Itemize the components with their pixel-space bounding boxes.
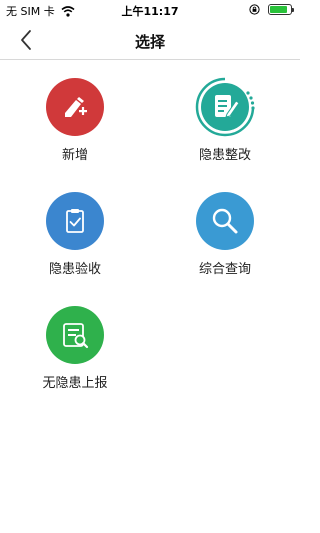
menu-item-label: 隐患整改 bbox=[198, 148, 251, 163]
menu-item-acceptance[interactable]: 隐患验收 bbox=[15, 192, 135, 292]
menu-item-add[interactable]: 新增 bbox=[15, 78, 135, 178]
page-title: 选择 bbox=[134, 33, 165, 51]
menu-item-rectify[interactable]: 隐患整改 bbox=[165, 77, 285, 178]
menu-item-no-hazard-report-circle bbox=[46, 306, 104, 364]
status-right bbox=[249, 4, 294, 15]
menu-item-query[interactable]: 综合查询 bbox=[165, 192, 285, 292]
nav-bar: 选择 bbox=[0, 20, 300, 60]
report-search-icon bbox=[63, 323, 89, 349]
edit-plus-icon bbox=[65, 97, 87, 117]
edit-document-icon bbox=[195, 77, 255, 137]
battery-level bbox=[270, 6, 287, 13]
battery-icon bbox=[268, 4, 294, 15]
menu-item-acceptance-circle bbox=[46, 192, 104, 250]
menu-item-add-circle bbox=[46, 78, 104, 136]
menu-item-label: 综合查询 bbox=[198, 262, 251, 277]
status-bar: 无 SIM 卡 上午11:17 bbox=[0, 0, 300, 20]
menu-item-label: 新增 bbox=[61, 148, 88, 163]
menu-item-rectify-circle bbox=[195, 77, 255, 137]
menu-item-label: 隐患验收 bbox=[48, 262, 101, 277]
search-icon bbox=[212, 208, 238, 234]
menu-item-label: 无隐患上报 bbox=[42, 376, 108, 391]
rotation-lock-icon bbox=[249, 4, 260, 15]
clipboard-check-icon bbox=[66, 209, 84, 233]
menu-item-no-hazard-report[interactable]: 无隐患上报 bbox=[15, 306, 135, 406]
battery-cap bbox=[292, 8, 294, 12]
menu-item-query-circle bbox=[196, 192, 254, 250]
